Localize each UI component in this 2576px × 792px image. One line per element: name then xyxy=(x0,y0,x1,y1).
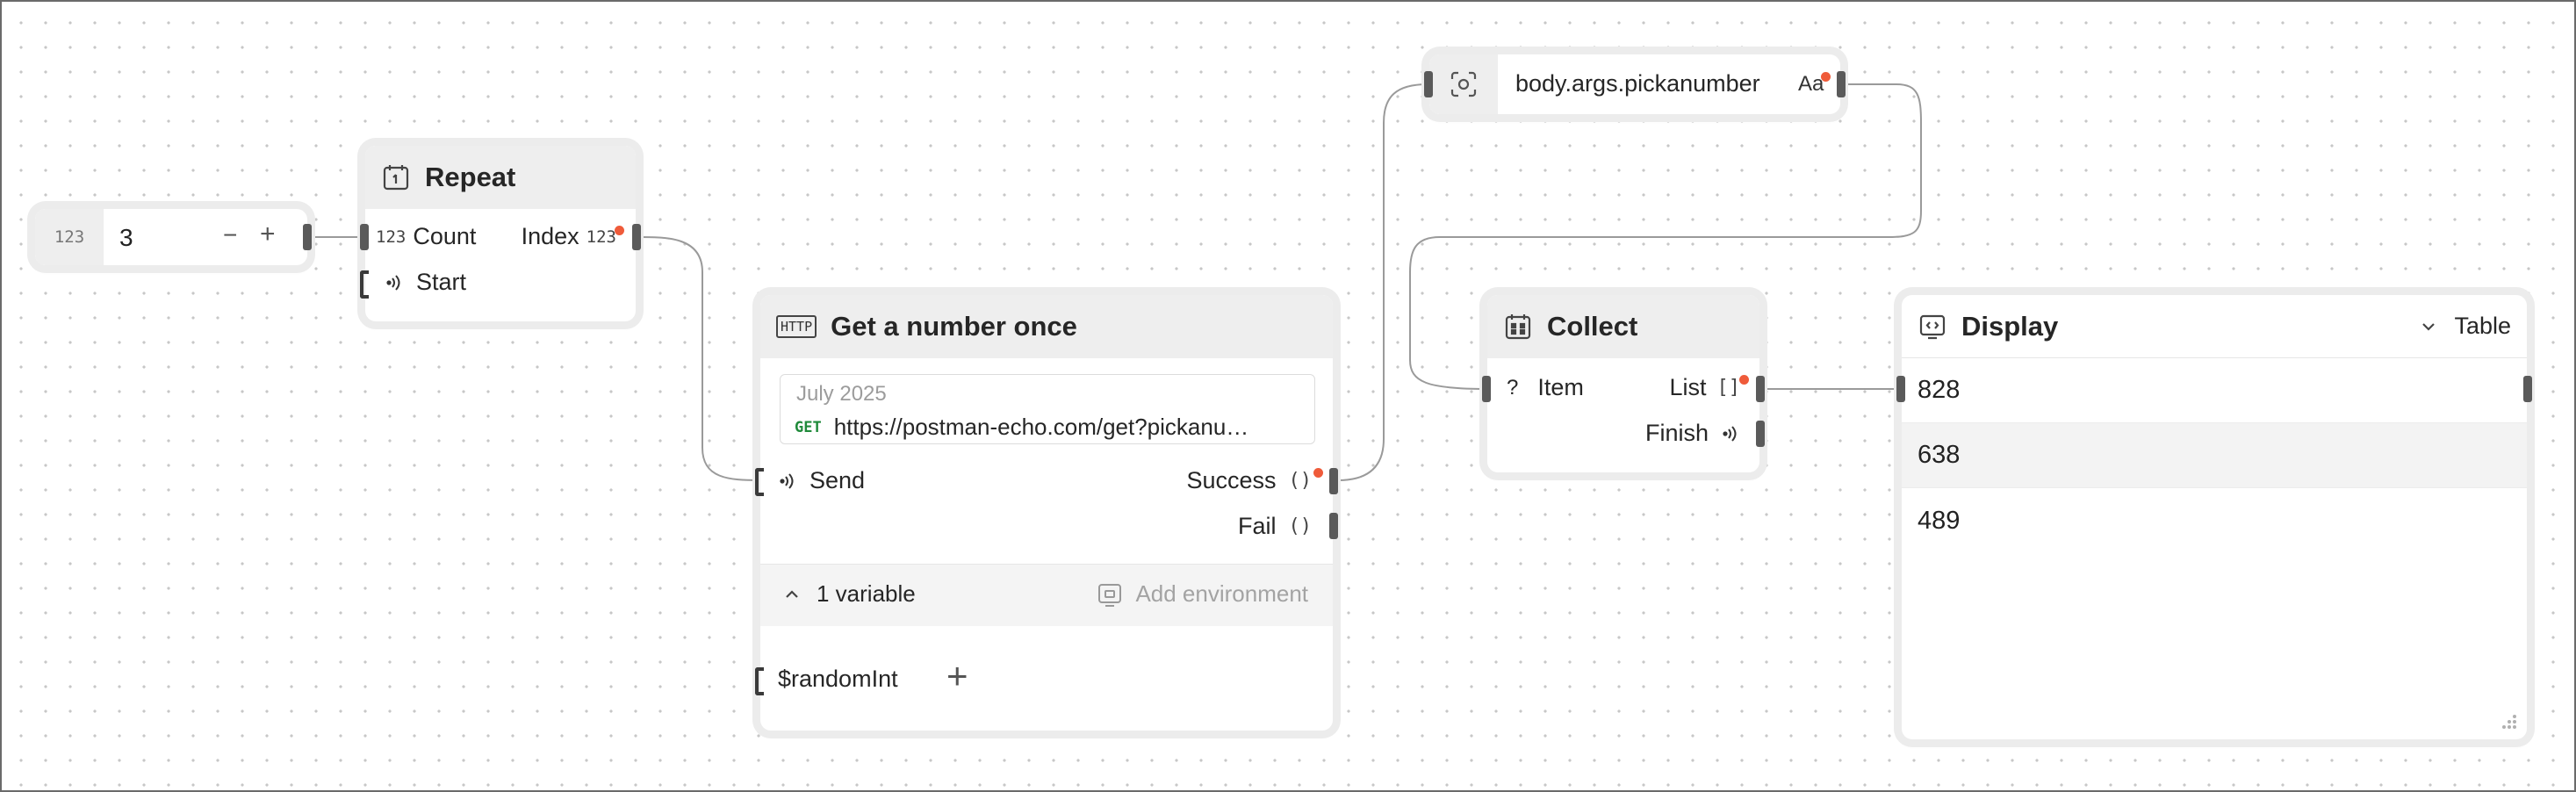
http-icon: HTTP xyxy=(776,315,817,338)
variables-bar: 1 variable Add environment xyxy=(760,564,1333,626)
http-method-badge: GET xyxy=(795,418,822,436)
finish-output-port[interactable] xyxy=(1756,421,1765,447)
signal-icon xyxy=(383,272,404,293)
fail-label: Fail xyxy=(1237,513,1277,539)
chevron-up-icon xyxy=(783,586,801,603)
extract-type-badge: Aa xyxy=(1798,72,1824,96)
send-trigger-port[interactable] xyxy=(755,468,764,496)
http-request-node: HTTP Get a number once July 2025 GET htt… xyxy=(755,295,1338,731)
count-label: Count xyxy=(413,223,477,249)
table-cell: 489 xyxy=(1918,506,1961,535)
repeat-header[interactable]: Repeat xyxy=(365,146,636,209)
add-environment-label: Add environment xyxy=(1135,580,1308,607)
collect-icon xyxy=(1503,312,1533,342)
display-header[interactable]: Display Table xyxy=(1902,295,2527,358)
index-connected-dot xyxy=(615,226,624,235)
display-node: Display Table 828 638 489 xyxy=(1896,295,2532,739)
success-label: Success xyxy=(1186,467,1277,493)
list-connected-dot xyxy=(1739,375,1749,385)
wire-success-to-extract xyxy=(1337,83,1428,481)
table-row[interactable]: 638 xyxy=(1902,423,2527,488)
success-output-port[interactable] xyxy=(1329,468,1338,494)
view-mode-dropdown[interactable]: Table xyxy=(2419,313,2511,340)
signal-icon xyxy=(1719,423,1740,444)
display-title: Display xyxy=(1961,310,2059,342)
variable-input-port[interactable] xyxy=(755,667,764,695)
extract-icon-cell xyxy=(1429,54,1498,114)
variable-name[interactable]: $randomInt xyxy=(778,666,898,693)
list-label: List xyxy=(1669,374,1707,400)
count-type-badge: 123 xyxy=(376,227,407,247)
item-input-port[interactable] xyxy=(1482,376,1491,402)
http-title: Get a number once xyxy=(831,311,1077,342)
wire-index-to-send xyxy=(638,236,761,481)
view-mode-label: Table xyxy=(2454,313,2511,339)
chevron-down-icon xyxy=(2419,317,2438,336)
extract-connected-dot xyxy=(1821,72,1831,82)
list-output-port[interactable] xyxy=(1756,376,1765,402)
number-value-input[interactable] xyxy=(118,220,227,256)
extract-input-port[interactable] xyxy=(1424,71,1433,97)
collect-title: Collect xyxy=(1547,311,1638,342)
send-label: Send xyxy=(809,467,866,493)
repeat-title: Repeat xyxy=(425,162,516,192)
code-window-icon xyxy=(1918,312,1947,342)
collect-header[interactable]: Collect xyxy=(1487,295,1759,358)
repeat-node: Repeat 123 Count Index 123 Start xyxy=(360,146,641,321)
index-label: Index xyxy=(521,223,579,249)
variables-count-label: 1 variable xyxy=(817,580,916,607)
add-environment-button[interactable]: Add environment xyxy=(1097,580,1308,608)
environment-icon xyxy=(1097,581,1123,608)
list-type-badge: [] xyxy=(1716,377,1741,399)
item-type-badge: ? xyxy=(1507,375,1519,400)
index-type-badge: 123 xyxy=(586,227,616,247)
signal-icon xyxy=(776,471,797,492)
finish-label: Finish xyxy=(1644,420,1709,446)
item-label: Item xyxy=(1537,374,1584,400)
fail-type-badge: () xyxy=(1288,515,1313,537)
http-header[interactable]: HTTP Get a number once xyxy=(760,295,1333,358)
request-url: https://postman-echo.com/get?pickanu… xyxy=(833,414,1249,440)
extract-path-node: body.args.pickanumber Aa xyxy=(1424,54,1846,114)
display-table: 828 638 489 xyxy=(1902,358,2527,553)
table-row[interactable]: 489 xyxy=(1902,488,2527,553)
start-label: Start xyxy=(416,269,467,295)
fail-output-port[interactable] xyxy=(1329,513,1338,539)
count-input-port[interactable] xyxy=(360,224,369,250)
start-trigger-port[interactable] xyxy=(360,270,369,299)
number-type-badge: 123 xyxy=(35,209,104,265)
increment-button[interactable]: + xyxy=(260,220,276,249)
scan-icon xyxy=(1449,69,1479,99)
number-input-node: 123 − + xyxy=(35,209,312,265)
extract-output-port[interactable] xyxy=(1837,71,1846,97)
variables-toggle[interactable]: 1 variable xyxy=(783,580,916,608)
request-summary-box[interactable]: July 2025 GET https://postman-echo.com/g… xyxy=(780,374,1315,444)
table-row[interactable]: 828 xyxy=(1902,358,2527,423)
request-date: July 2025 xyxy=(796,382,887,406)
success-connected-dot xyxy=(1313,468,1323,478)
resize-handle[interactable] xyxy=(2499,711,2518,731)
decrement-button[interactable]: − xyxy=(223,221,237,249)
repeat-icon xyxy=(381,162,411,192)
collect-node: Collect ? Item List [] Finish xyxy=(1482,295,1765,472)
success-type-badge: () xyxy=(1288,470,1313,492)
table-cell: 638 xyxy=(1918,441,1961,469)
table-cell: 828 xyxy=(1918,376,1961,404)
add-variable-button[interactable]: + xyxy=(946,655,968,697)
extract-path-text[interactable]: body.args.pickanumber xyxy=(1515,70,1760,97)
index-output-port[interactable] xyxy=(632,224,641,250)
number-output-port[interactable] xyxy=(303,224,312,250)
